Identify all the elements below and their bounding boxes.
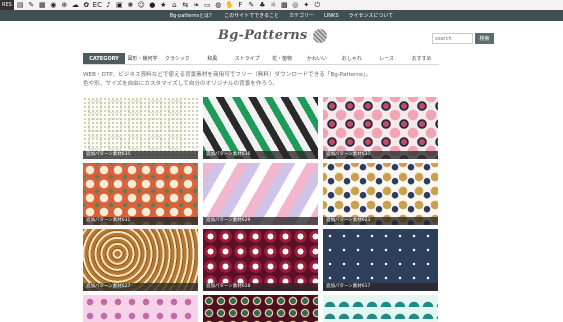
smile-icon[interactable]: ☺ (137, 1, 146, 10)
tile-caption: 追加パターン素材636 (203, 151, 318, 159)
category-label: CATEGORY (83, 53, 125, 64)
tile-caption: 追加パターン素材629 (203, 217, 318, 225)
pattern-tile[interactable]: 追加パターン素材636 (203, 97, 318, 159)
intro-line-2: 色や形、サイズを自由にカスタマイズして自分のオリジナルの背景を作ろう。 (83, 81, 278, 87)
tag-icon[interactable]: ✎ (27, 1, 36, 10)
page: RES ▤ ✎ ▦ ◉ ⊕ ☁ ✿ EC ♪ ▣ ❀ ☺ ● ★ ⌂ ⇆ ❧ ▭ ◍ ✋ F ✎ ♣ ☼ ▩ ◎ ✦ ⏻ Bg-pat… (0, 0, 563, 322)
nav-item-classic[interactable]: クラシック (160, 53, 195, 64)
tile-caption: 追加パターン素材623 (323, 217, 438, 225)
link-license[interactable]: ライセンスについて (349, 12, 394, 19)
leaf-icon[interactable]: ✿ (82, 1, 91, 10)
tile-caption: 追加パターン素材631 (83, 217, 198, 225)
nav-item-cute[interactable]: かわいい (299, 53, 334, 64)
trash-icon[interactable]: ▤ (16, 1, 25, 10)
nav-item-flower[interactable]: 花・植物 (265, 53, 300, 64)
pattern-tile[interactable]: 追加パターン素材629 (203, 163, 318, 225)
top-links-bar: Bg-patternsとは？ このサイトでできること カテゴリー LINKS ラ… (0, 10, 563, 21)
pattern-tile[interactable]: 追加パターン素材635 (83, 97, 198, 159)
pattern-tile[interactable]: 追加パターン素材631 (83, 163, 198, 225)
intro-text: WEB・DTP、ビジネス資料などで使える背景素材を商用可でフリー（無料）ダウンロ… (83, 71, 403, 89)
category-nav: CATEGORY 図形・幾何学 クラシック 和風 ストライプ 花・植物 かわいい… (83, 53, 439, 65)
pattern-squares (88, 100, 182, 150)
tile-caption: 追加パターン素材627 (83, 283, 198, 291)
nav-item-stylish[interactable]: おしゃれ (334, 53, 369, 64)
pattern-tile[interactable] (203, 295, 318, 322)
pattern-tile[interactable] (323, 295, 438, 322)
nav-item-japanese[interactable]: 和風 (195, 53, 230, 64)
music-icon[interactable]: ♪ (104, 1, 113, 10)
circle-icon[interactable]: ● (148, 1, 157, 10)
pattern-tile[interactable]: 追加パターン素材637 (323, 97, 438, 159)
pattern-icon[interactable]: ▩ (280, 1, 289, 10)
pattern-tile[interactable]: 追加パターン素材627 (83, 229, 198, 291)
pattern-tile[interactable]: 追加パターン素材617 (323, 229, 438, 291)
bookmark-bar: RES ▤ ✎ ▦ ◉ ⊕ ☁ ✿ EC ♪ ▣ ❀ ☺ ● ★ ⌂ ⇆ ❧ ▭ ◍ ✋ F ✎ ♣ ☼ ▩ ◎ ✦ ⏻ (0, 0, 563, 10)
cloud-icon[interactable]: ☁ (71, 1, 80, 10)
link-category[interactable]: カテゴリー (289, 12, 314, 19)
road-icon[interactable]: ▭ (203, 1, 212, 10)
chair-icon[interactable]: ⌂ (170, 1, 179, 10)
grid-icon[interactable]: ▦ (38, 1, 47, 10)
search-input[interactable] (432, 33, 473, 44)
ec-icon[interactable]: EC (93, 1, 102, 10)
leaf2-icon[interactable]: ❧ (192, 1, 201, 10)
tile-caption: 追加パターン素材637 (323, 151, 438, 159)
f-icon[interactable]: F (236, 1, 245, 10)
font-icon[interactable]: ⊕ (60, 1, 69, 10)
tile-caption: 追加パターン素材618 (203, 283, 318, 291)
link-about[interactable]: Bg-patternsとは？ (170, 12, 214, 19)
search-form: 検索 (432, 33, 494, 44)
hand-icon[interactable]: ✋ (225, 1, 234, 10)
camera-icon[interactable]: ◉ (49, 1, 58, 10)
tile-caption: 追加パターン素材635 (83, 151, 198, 159)
pattern-tile[interactable]: 追加パターン素材618 (203, 229, 318, 291)
note-icon[interactable]: ✦ (302, 1, 311, 10)
nav-item-stripe[interactable]: ストライプ (230, 53, 265, 64)
spiral-icon[interactable]: ◎ (291, 1, 300, 10)
nav-item-recommended[interactable]: おすすめ (404, 53, 439, 64)
logo-ball-icon (313, 28, 328, 43)
link-links[interactable]: LINKS (324, 13, 338, 19)
search-button[interactable]: 検索 (475, 33, 494, 44)
power-icon[interactable]: ⏻ (313, 1, 322, 10)
presentation-label[interactable]: RES (0, 0, 14, 10)
pattern-tile[interactable]: 追加パターン素材623 (323, 163, 438, 225)
pattern-tile[interactable] (83, 295, 198, 322)
plant-icon[interactable]: ♣ (258, 1, 267, 10)
car-icon[interactable]: ⇆ (181, 1, 190, 10)
nav-item-geometric[interactable]: 図形・幾何学 (125, 53, 160, 64)
link-features[interactable]: このサイトでできること (224, 12, 279, 19)
flower-icon[interactable]: ❀ (126, 1, 135, 10)
sun-icon[interactable]: ☼ (269, 1, 278, 10)
tile-caption: 追加パターン素材617 (323, 283, 438, 291)
intro-line-1: WEB・DTP、ビジネス資料などで使える背景素材を商用可でフリー（無料）ダウンロ… (83, 72, 372, 78)
site-logo[interactable]: Bg-Patterns (218, 28, 328, 43)
chat-icon[interactable]: ✎ (247, 1, 256, 10)
ball-icon[interactable]: ◍ (214, 1, 223, 10)
nav-item-lace[interactable]: レース (369, 53, 404, 64)
star-icon[interactable]: ★ (159, 1, 168, 10)
bag-icon[interactable]: ▣ (115, 1, 124, 10)
logo-text[interactable]: Bg-Patterns (218, 28, 307, 43)
